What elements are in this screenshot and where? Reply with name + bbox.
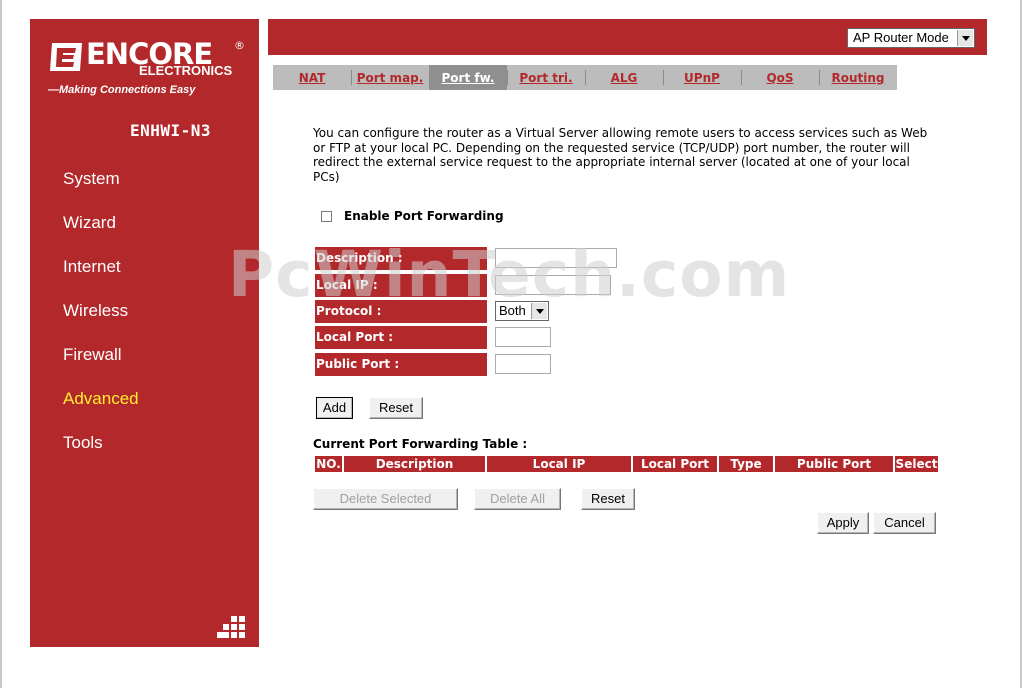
sidebar-item-system[interactable]: System <box>63 169 139 213</box>
tab-routing[interactable]: Routing <box>819 65 897 90</box>
column-header-type: Type <box>719 456 773 472</box>
model-name: ENHWI-N3 <box>130 121 212 140</box>
tab-nat[interactable]: NAT <box>273 65 351 90</box>
public-port-label: Public Port : <box>315 353 487 376</box>
sidebar-item-firewall[interactable]: Firewall <box>63 345 139 389</box>
enable-port-forwarding-label: Enable Port Forwarding <box>344 209 504 223</box>
registered-mark: ® <box>234 39 245 52</box>
chevron-down-icon[interactable] <box>531 303 547 319</box>
sidebar-item-tools[interactable]: Tools <box>63 433 139 477</box>
grid-icon <box>217 616 251 640</box>
column-header-local-port: Local Port <box>633 456 717 472</box>
protocol-select-value: Both <box>499 303 526 318</box>
tab-port-fw[interactable]: Port fw. <box>429 65 507 90</box>
description-input[interactable] <box>495 248 617 268</box>
description-label: Description : <box>315 247 487 270</box>
sidebar-item-internet[interactable]: Internet <box>63 257 139 301</box>
column-header-no: NO. <box>315 456 342 472</box>
delete-selected-button[interactable]: Delete Selected <box>313 488 458 510</box>
tab-qos[interactable]: QoS <box>741 65 819 90</box>
port-forwarding-table-header: NO. Description Local IP Local Port Type… <box>315 456 938 472</box>
sidebar-item-advanced[interactable]: Advanced <box>63 389 139 433</box>
tab-port-tri[interactable]: Port tri. <box>507 65 585 90</box>
mode-select-value: AP Router Mode <box>853 30 949 45</box>
page-description: You can configure the router as a Virtua… <box>313 126 928 184</box>
mode-select[interactable]: AP Router Mode <box>847 28 975 48</box>
column-header-select: Select <box>895 456 938 472</box>
sidebar-item-wizard[interactable]: Wizard <box>63 213 139 257</box>
delete-all-button[interactable]: Delete All <box>474 488 561 510</box>
brand-tagline: —Making Connections Easy <box>48 84 196 96</box>
protocol-select[interactable]: Both <box>495 301 549 321</box>
brand-sub: ELECTRONICS <box>139 63 233 78</box>
tab-bar: NAT Port map. Port fw. Port tri. ALG UPn… <box>273 65 897 90</box>
local-port-label: Local Port : <box>315 326 487 349</box>
local-ip-input[interactable] <box>495 275 611 295</box>
protocol-label: Protocol : <box>315 300 487 323</box>
local-ip-label: Local IP : <box>315 274 487 297</box>
column-header-local-ip: Local IP <box>487 456 631 472</box>
tab-port-map[interactable]: Port map. <box>351 65 429 90</box>
public-port-input[interactable] <box>495 354 551 374</box>
column-header-public-port: Public Port <box>775 456 893 472</box>
reset-table-button[interactable]: Reset <box>581 488 635 510</box>
enable-port-forwarding-checkbox[interactable] <box>321 211 332 222</box>
local-port-input[interactable] <box>495 327 551 347</box>
cancel-button[interactable]: Cancel <box>873 512 936 534</box>
encore-logo-icon <box>50 43 82 71</box>
port-forwarding-table-title: Current Port Forwarding Table : <box>313 437 528 451</box>
tab-alg[interactable]: ALG <box>585 65 663 90</box>
sidebar: ENCORE ® ELECTRONICS —Making Connections… <box>30 19 259 647</box>
window-border-left <box>0 0 2 688</box>
column-header-description: Description <box>344 456 485 472</box>
sidebar-item-wireless[interactable]: Wireless <box>63 301 139 345</box>
chevron-down-icon[interactable] <box>957 30 973 46</box>
reset-form-button[interactable]: Reset <box>369 397 423 419</box>
sidebar-nav: System Wizard Internet Wireless Firewall… <box>63 169 139 477</box>
encore-logo: ENCORE ® ELECTRONICS —Making Connections… <box>48 37 258 97</box>
add-button[interactable]: Add <box>316 397 353 419</box>
enable-port-forwarding-row: Enable Port Forwarding <box>321 209 504 223</box>
tab-upnp[interactable]: UPnP <box>663 65 741 90</box>
apply-button[interactable]: Apply <box>817 512 869 534</box>
